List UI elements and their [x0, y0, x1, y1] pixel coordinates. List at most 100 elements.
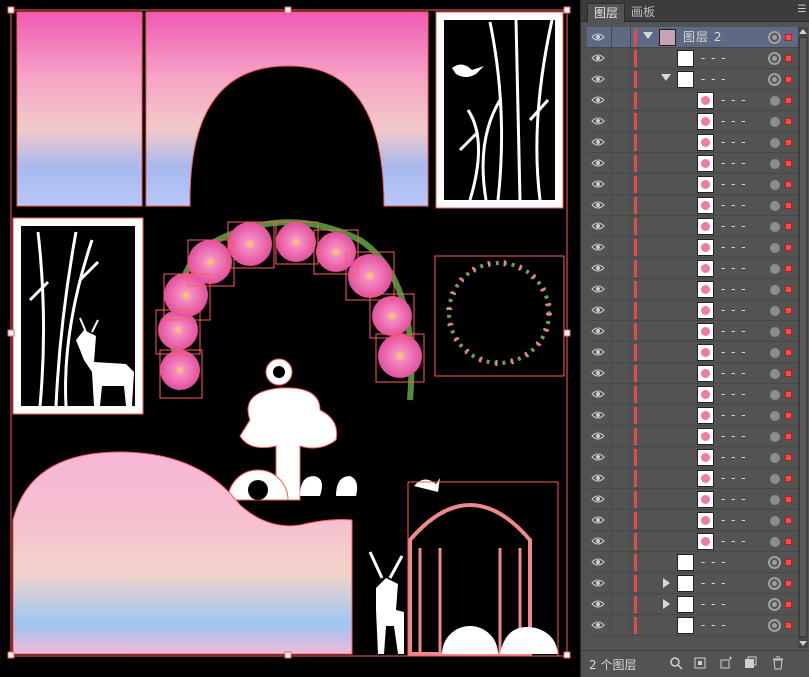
visibility-eye-icon[interactable]: [591, 94, 605, 106]
lock-toggle[interactable]: [611, 384, 631, 405]
layer-name[interactable]: - - -: [721, 111, 747, 132]
sublayer-row[interactable]: - - -: [587, 258, 798, 279]
sublayer-row[interactable]: - - -: [587, 216, 798, 237]
layers-list[interactable]: 图层 2- - -- - -- - -- - -- - -- - -- - --…: [587, 27, 798, 648]
sublayer-row[interactable]: - - -: [587, 153, 798, 174]
sublayer-row[interactable]: - - -: [587, 321, 798, 342]
lock-toggle[interactable]: [611, 279, 631, 300]
visibility-eye-icon[interactable]: [591, 283, 605, 295]
sublayer-row[interactable]: - - -: [587, 405, 798, 426]
sublayer-row[interactable]: - - -: [587, 132, 798, 153]
lock-toggle[interactable]: [611, 510, 631, 531]
target-circle-icon[interactable]: [768, 31, 781, 44]
target-circle-icon[interactable]: [770, 390, 780, 400]
lock-toggle[interactable]: [611, 27, 631, 48]
layer-name[interactable]: - - -: [721, 90, 747, 111]
lock-toggle[interactable]: [611, 153, 631, 174]
target-circle-icon[interactable]: [770, 159, 780, 169]
lock-toggle[interactable]: [611, 426, 631, 447]
visibility-eye-icon[interactable]: [591, 472, 605, 484]
selection-indicator[interactable]: [785, 370, 792, 377]
visibility-eye-icon[interactable]: [591, 115, 605, 127]
visibility-eye-icon[interactable]: [591, 409, 605, 421]
layer-name[interactable]: - - -: [701, 615, 727, 636]
sublayer-row[interactable]: - - -: [587, 48, 798, 69]
layer-name[interactable]: - - -: [721, 447, 747, 468]
visibility-eye-icon[interactable]: [591, 430, 605, 442]
sky-panel-left[interactable]: [16, 11, 143, 207]
selection-indicator[interactable]: [785, 181, 792, 188]
selection-indicator[interactable]: [785, 496, 792, 503]
lock-toggle[interactable]: [611, 48, 631, 69]
lock-toggle[interactable]: [611, 447, 631, 468]
target-circle-icon[interactable]: [770, 306, 780, 316]
target-circle-icon[interactable]: [770, 432, 780, 442]
sublayer-row[interactable]: - - -: [587, 237, 798, 258]
lock-toggle[interactable]: [611, 321, 631, 342]
selection-indicator[interactable]: [785, 76, 792, 83]
target-circle-icon[interactable]: [770, 180, 780, 190]
visibility-eye-icon[interactable]: [591, 136, 605, 148]
target-circle-icon[interactable]: [770, 453, 780, 463]
visibility-eye-icon[interactable]: [591, 31, 605, 43]
selection-indicator[interactable]: [785, 265, 792, 272]
delete-layer-icon[interactable]: [771, 656, 785, 670]
sublayer-row[interactable]: - - -: [587, 447, 798, 468]
selection-indicator[interactable]: [785, 391, 792, 398]
visibility-eye-icon[interactable]: [591, 241, 605, 253]
target-circle-icon[interactable]: [770, 369, 780, 379]
target-circle-icon[interactable]: [770, 243, 780, 253]
target-circle-icon[interactable]: [768, 598, 781, 611]
selection-indicator[interactable]: [785, 475, 792, 482]
deer-gazebo[interactable]: [368, 478, 559, 657]
new-sublayer-icon[interactable]: [719, 656, 733, 670]
sublayer-row[interactable]: - - -: [587, 510, 798, 531]
layer-name[interactable]: - - -: [721, 363, 747, 384]
sublayer-row[interactable]: - - -: [587, 489, 798, 510]
artboard-canvas[interactable]: [0, 0, 580, 677]
target-circle-icon[interactable]: [768, 52, 781, 65]
sky-panel-arch[interactable]: [145, 11, 429, 207]
lock-toggle[interactable]: [611, 615, 631, 636]
visibility-eye-icon[interactable]: [591, 157, 605, 169]
layer-name[interactable]: - - -: [721, 510, 747, 531]
lock-toggle[interactable]: [611, 237, 631, 258]
visibility-eye-icon[interactable]: [591, 451, 605, 463]
layer-name[interactable]: - - -: [721, 384, 747, 405]
selection-indicator[interactable]: [785, 454, 792, 461]
target-circle-icon[interactable]: [768, 556, 781, 569]
visibility-eye-icon[interactable]: [591, 178, 605, 190]
visibility-eye-icon[interactable]: [591, 325, 605, 337]
selection-indicator[interactable]: [785, 538, 792, 545]
layer-name[interactable]: - - -: [701, 69, 727, 90]
scroll-up-icon[interactable]: [799, 29, 807, 34]
target-circle-icon[interactable]: [770, 474, 780, 484]
lock-toggle[interactable]: [611, 258, 631, 279]
target-circle-icon[interactable]: [770, 117, 780, 127]
visibility-eye-icon[interactable]: [591, 199, 605, 211]
layer-name[interactable]: - - -: [721, 489, 747, 510]
target-circle-icon[interactable]: [770, 264, 780, 274]
tree-birds-panel[interactable]: [435, 11, 564, 209]
deer-tree-panel[interactable]: [12, 217, 144, 415]
lock-toggle[interactable]: [611, 69, 631, 90]
lock-toggle[interactable]: [611, 594, 631, 615]
target-circle-icon[interactable]: [768, 73, 781, 86]
visibility-eye-icon[interactable]: [591, 388, 605, 400]
target-circle-icon[interactable]: [770, 96, 780, 106]
scroll-thumb[interactable]: [799, 37, 807, 637]
target-circle-icon[interactable]: [770, 348, 780, 358]
layer-name[interactable]: - - -: [701, 48, 727, 69]
lock-toggle[interactable]: [611, 111, 631, 132]
lock-toggle[interactable]: [611, 531, 631, 552]
lock-toggle[interactable]: [611, 468, 631, 489]
tab-artboards[interactable]: 画板: [625, 3, 661, 22]
selection-indicator[interactable]: [785, 328, 792, 335]
flower-wreath[interactable]: [434, 255, 565, 377]
visibility-eye-icon[interactable]: [591, 535, 605, 547]
sublayer-row[interactable]: - - -: [587, 111, 798, 132]
selection-indicator[interactable]: [785, 601, 792, 608]
layer-name[interactable]: - - -: [701, 594, 727, 615]
layer-name[interactable]: - - -: [721, 279, 747, 300]
selection-indicator[interactable]: [785, 139, 792, 146]
